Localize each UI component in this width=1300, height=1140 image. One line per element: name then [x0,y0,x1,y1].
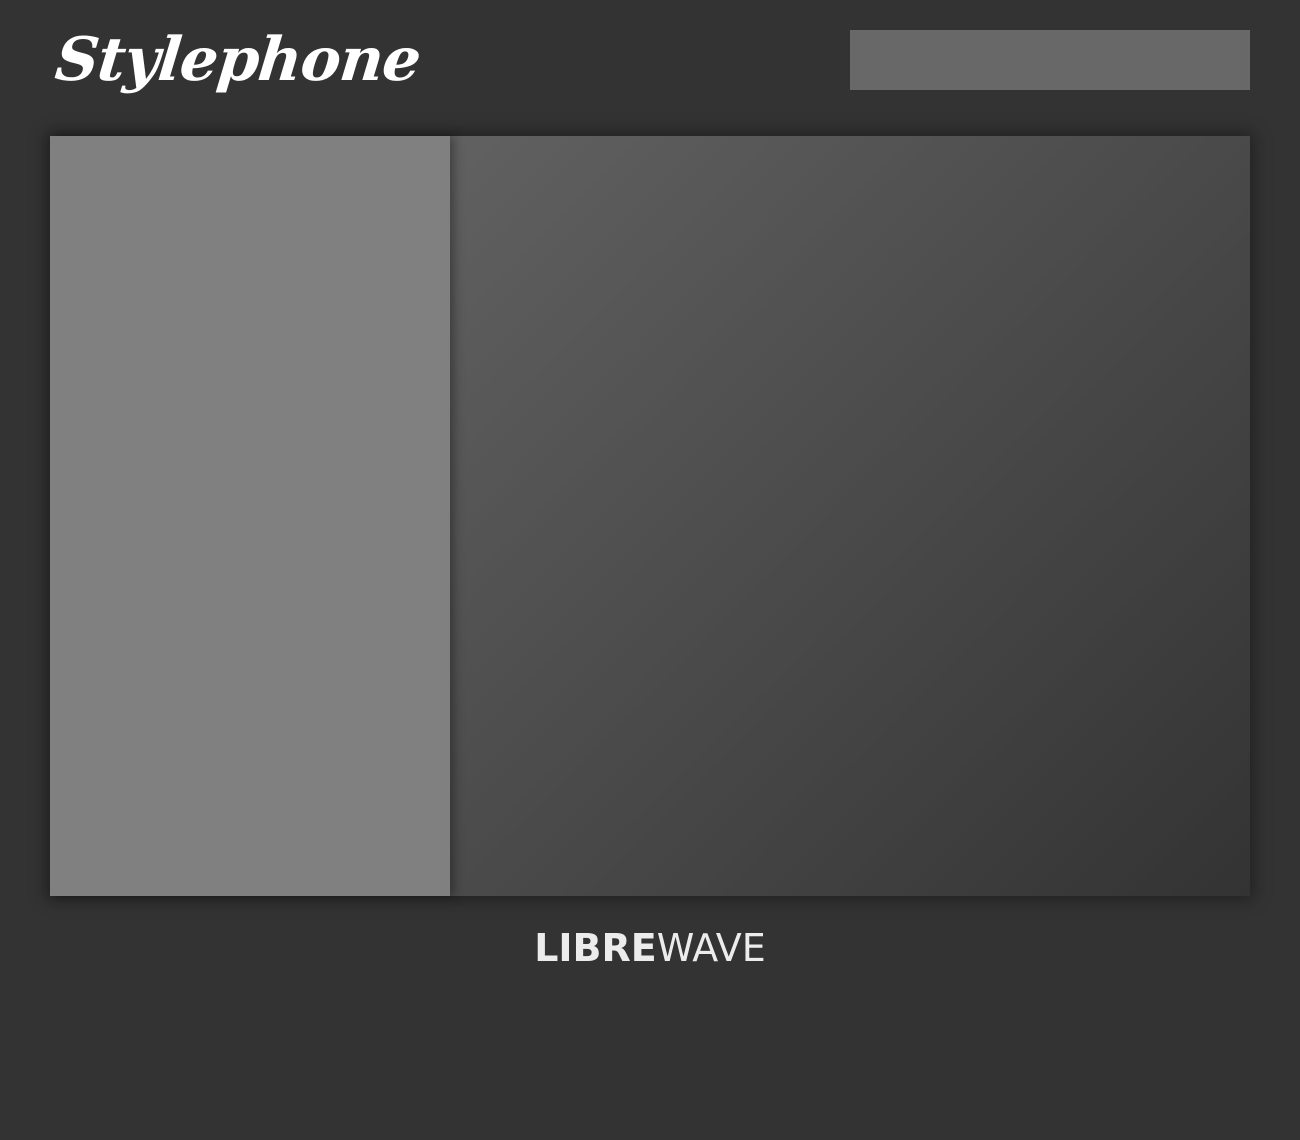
footer-logo-light-text: WAVE [656,926,766,970]
search-input[interactable] [850,30,1250,90]
left-pane[interactable] [50,136,450,896]
footer-logo: LIBREWAVE [0,920,1300,976]
right-pane[interactable] [450,136,1250,896]
app-title: Stylephone [51,25,424,95]
footer-logo-bold-text: LIBRE [534,926,657,970]
main-panel [50,136,1250,896]
